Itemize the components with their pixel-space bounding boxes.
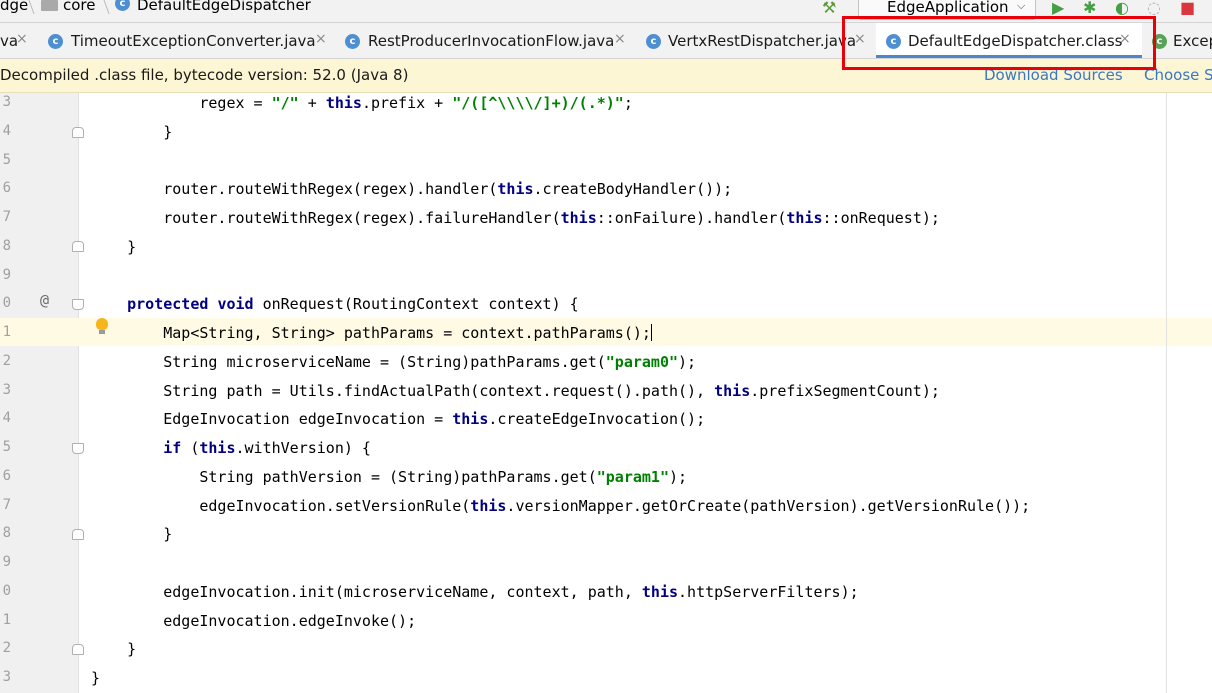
line-number: 5 [2,151,11,168]
lightbulb-icon[interactable] [96,318,108,330]
code-line[interactable]: String pathVersion = (String)pathParams.… [91,468,687,486]
class-icon: c [115,0,130,11]
code-line[interactable]: protected void onRequest(RoutingContext … [91,295,579,313]
line-number: 1 [2,324,11,340]
code-line[interactable]: edgeInvocation.init(microserviceName, co… [91,583,858,601]
code-line[interactable]: Map<String, String> pathParams = context… [91,324,652,342]
line-number: 8 [2,525,11,542]
class-icon: c [345,34,360,49]
fold-icon[interactable] [72,299,84,310]
line-number: 4 [2,410,11,427]
right-margin-guide [1166,93,1167,693]
code-line[interactable]: String microserviceName = (String)pathPa… [91,353,696,371]
breadcrumb-item-class[interactable]: DefaultEdgeDispatcher [137,0,311,14]
tab-label: RestProducerInvocationFlow.java [368,32,615,50]
line-number: 1 [2,611,11,628]
code-line[interactable]: router.routeWithRegex(regex).failureHand… [91,209,940,227]
line-number: 7 [2,209,11,225]
code-line[interactable]: } [91,669,100,687]
line-number: 3 [2,381,11,398]
tab-rest-producer-invocation-flow[interactable]: c RestProducerInvocationFlow.java × [336,23,634,58]
close-icon[interactable]: × [16,31,28,47]
code-line[interactable]: EdgeInvocation edgeInvocation = this.cre… [91,410,705,428]
code-line[interactable]: regex = "/" + this.prefix + "/([^\\\\/]+… [91,94,633,112]
breadcrumb-separator [96,0,110,14]
line-number: 5 [2,439,11,455]
line-number: 2 [2,352,11,369]
fold-icon[interactable] [72,644,84,655]
tab-partial-left[interactable]: va × [0,23,38,58]
debug-icon[interactable]: ✱ [1083,0,1096,17]
line-number: 0 [2,582,11,599]
fold-icon[interactable] [72,127,84,138]
coverage-icon[interactable]: ◐ [1115,0,1129,17]
code-editor[interactable]: 3 4 5 6 7 8 9 0 1 2 3 4 5 6 7 8 9 0 1 2 3 regex = "/" + this… [0,93,1212,693]
class-icon: c [646,34,661,49]
close-icon[interactable]: × [614,31,626,47]
code-line[interactable]: edgeInvocation.setVersionRule(this.versi… [91,497,1030,515]
code-line[interactable]: if (this.withVersion) { [91,439,371,457]
fold-icon[interactable] [72,241,84,252]
line-number: 9 [2,554,11,570]
line-number: 9 [2,266,11,283]
line-number: 3 [2,94,11,110]
code-line[interactable]: } [91,525,172,543]
code-line[interactable]: router.routeWithRegex(regex).handler(thi… [91,180,732,198]
fold-icon[interactable] [72,443,84,454]
tab-timeout-exception-converter[interactable]: c TimeoutExceptionConverter.java × [40,23,332,58]
code-line[interactable]: String path = Utils.findActualPath(conte… [91,382,940,400]
line-number: 2 [2,640,11,657]
code-line[interactable]: } [91,238,136,256]
editor-gutter [0,93,79,693]
tab-label: Excep [1173,32,1212,50]
code-line[interactable]: edgeInvocation.edgeInvoke(); [91,612,416,630]
folder-icon [41,0,58,11]
code-line[interactable]: } [91,123,172,141]
line-number: 0 [2,295,11,312]
close-icon[interactable]: × [315,31,327,47]
tab-label: TimeoutExceptionConverter.java [71,32,316,50]
fold-icon[interactable] [72,529,84,540]
line-number: 7 [2,496,11,513]
lightbulb-base [99,330,105,334]
stop-icon[interactable]: ■ [1180,0,1195,17]
breadcrumb-item-package[interactable]: core [63,0,96,14]
tab-vertx-rest-dispatcher[interactable]: c VertxRestDispatcher.java × [638,23,872,58]
code-line[interactable]: } [91,640,136,658]
chevron-down-icon: ⌵ [1017,0,1026,12]
run-configuration-label: EdgeApplication [887,0,1009,16]
decompiled-notice-text: Decompiled .class file, bytecode version… [0,66,409,84]
text-caret [650,324,652,341]
line-number: 8 [2,237,11,254]
run-icon[interactable]: ▶ [1052,0,1064,17]
line-number: 3 [2,669,11,685]
profile-icon[interactable]: ◌ [1147,0,1161,17]
line-number: 4 [2,122,11,139]
annotation-highlight-box [842,16,1156,70]
line-number: 6 [2,180,11,197]
line-number: 6 [2,467,11,484]
hammer-icon[interactable]: ⚒ [822,0,836,17]
tab-label: VertxRestDispatcher.java [668,32,857,50]
class-icon: c [48,34,63,49]
override-marker-icon[interactable]: @ [40,291,49,309]
